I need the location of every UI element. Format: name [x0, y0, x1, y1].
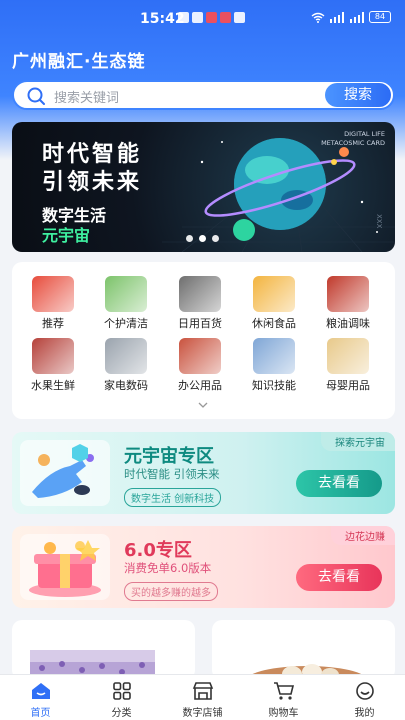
office-supplies-icon	[179, 338, 221, 374]
nav-label: 数字店铺	[182, 708, 223, 719]
product-card[interactable]	[12, 620, 195, 680]
lavender-product-image	[30, 650, 155, 680]
notification-icon	[234, 12, 245, 23]
product-card[interactable]	[212, 620, 395, 680]
promo-go-button[interactable]: 去看看	[296, 564, 382, 591]
category-item[interactable]: 水果生鲜	[23, 338, 83, 393]
promo-corner-tag: 边花边赚	[331, 526, 395, 545]
notification-icons	[178, 12, 245, 23]
carousel-dot[interactable]	[212, 235, 219, 242]
banner-tag: DIGITAL LIFE METACOSMIC CARD	[321, 130, 385, 148]
category-item[interactable]: 家电数码	[96, 338, 156, 393]
oil-bottle-icon	[327, 276, 369, 312]
category-item[interactable]: 粮油调味	[318, 276, 378, 331]
tissue-pack-icon	[105, 276, 147, 312]
wifi-icon	[311, 12, 325, 23]
nav-item-category[interactable]: 分类	[81, 675, 162, 720]
home-icon	[31, 683, 50, 699]
nav-item-digital-store[interactable]: 数字店铺	[162, 675, 243, 720]
promo-title: 6.0专区	[124, 540, 192, 561]
category-item[interactable]: 个护清洁	[96, 276, 156, 331]
profile-icon	[355, 682, 374, 700]
nav-item-cart[interactable]: 购物车	[243, 675, 324, 720]
promo-subtitle: 消费免单6.0版本	[124, 561, 212, 575]
category-item[interactable]: 知识技能	[244, 338, 304, 393]
category-label: 推荐	[42, 317, 64, 330]
banner-tag-line1: DIGITAL LIFE	[344, 130, 385, 138]
category-label: 个护清洁	[104, 317, 148, 330]
fresh-food-icon	[32, 338, 74, 374]
nav-label: 购物车	[268, 708, 299, 719]
washing-machine-icon	[105, 338, 147, 374]
promo-title: 元宇宙专区	[124, 446, 214, 467]
nav-item-home[interactable]: 首页	[0, 675, 81, 720]
category-label: 办公用品	[178, 379, 222, 392]
category-item[interactable]: 休闲食品	[244, 276, 304, 331]
milk-powder-icon	[327, 338, 369, 374]
category-item[interactable]: 办公用品	[170, 338, 230, 393]
category-label: 知识技能	[252, 379, 296, 392]
category-label: 水果生鲜	[31, 379, 75, 392]
recommend-badge-icon	[32, 276, 74, 312]
notification-icon	[220, 12, 231, 23]
eggs-product-image	[247, 664, 367, 680]
signal-icon	[350, 11, 364, 23]
search-input[interactable]: 搜索关键词	[54, 87, 119, 106]
cart-icon	[273, 682, 294, 700]
metaverse-hand-icon	[20, 440, 110, 506]
gift-box-icon	[20, 534, 110, 600]
promo-go-button[interactable]: 去看看	[296, 470, 382, 497]
hero-banner[interactable]: 时代智能 引领未来 数字生活 元宇宙 DIGITAL LIFE METACOSM…	[12, 122, 395, 252]
nav-label: 分类	[111, 708, 132, 719]
search-bar[interactable]: 搜索关键词 搜索	[12, 80, 395, 110]
status-bar: 15:42 84	[0, 0, 405, 38]
carousel-dot[interactable]	[199, 235, 206, 242]
category-label: 休闲食品	[252, 317, 296, 330]
category-label: 粮油调味	[326, 317, 370, 330]
notification-icon	[178, 12, 189, 23]
bottom-navigation: 首页 分类 数字店铺 购物车 我的	[0, 674, 405, 720]
nav-item-profile[interactable]: 我的	[324, 675, 405, 720]
category-item[interactable]: 推荐	[23, 276, 83, 331]
grid-icon	[112, 682, 131, 700]
zone-6-promo-card[interactable]: 边花边赚 6.0专区 消费免单6.0版本 买的越多赚的越多 去看看	[12, 526, 395, 608]
pot-icon	[179, 276, 221, 312]
snack-box-icon	[253, 276, 295, 312]
chevron-down-icon[interactable]	[198, 401, 208, 412]
promo-corner-tag: 探索元宇宙	[321, 432, 395, 451]
nav-label: 首页	[30, 708, 51, 719]
signal-icon	[330, 11, 344, 23]
category-label: 日用百货	[178, 317, 222, 330]
status-indicators: 84	[311, 11, 391, 23]
banner-side-text: XXX	[375, 214, 383, 229]
banner-tag-line2: METACOSMIC CARD	[321, 139, 385, 147]
battery-icon: 84	[369, 11, 391, 23]
promo-subtitle: 时代智能 引领未来	[124, 467, 220, 481]
search-button[interactable]: 搜索	[325, 83, 391, 107]
category-label: 母婴用品	[326, 379, 370, 392]
notification-icon	[206, 12, 217, 23]
store-icon	[192, 682, 213, 700]
promo-pill: 数字生活 创新科技	[124, 488, 222, 507]
app-title: 广州融汇·生态链	[12, 52, 146, 72]
carousel-indicator[interactable]	[186, 235, 219, 242]
knowledge-icon	[253, 338, 295, 374]
promo-pill: 买的越多赚的越多	[124, 582, 218, 601]
carousel-dot[interactable]	[186, 235, 193, 242]
category-item[interactable]: 母婴用品	[318, 338, 378, 393]
notification-icon	[192, 12, 203, 23]
category-grid: 推荐 个护清洁 日用百货 休闲食品 粮油调味水果生鲜 家电数码 办公用品 知识技能 母婴用品	[12, 262, 395, 419]
nav-label: 我的	[354, 708, 375, 719]
metaverse-promo-card[interactable]: 探索元宇宙 元宇宙专区 时代智能 引领未来 数字生活 创新科技 去看看	[12, 432, 395, 514]
category-label: 家电数码	[104, 379, 148, 392]
banner-subline-2: 元宇宙	[42, 226, 91, 245]
category-item[interactable]: 日用百货	[170, 276, 230, 331]
banner-headline-2: 引领未来	[42, 170, 143, 195]
search-icon	[27, 87, 45, 105]
